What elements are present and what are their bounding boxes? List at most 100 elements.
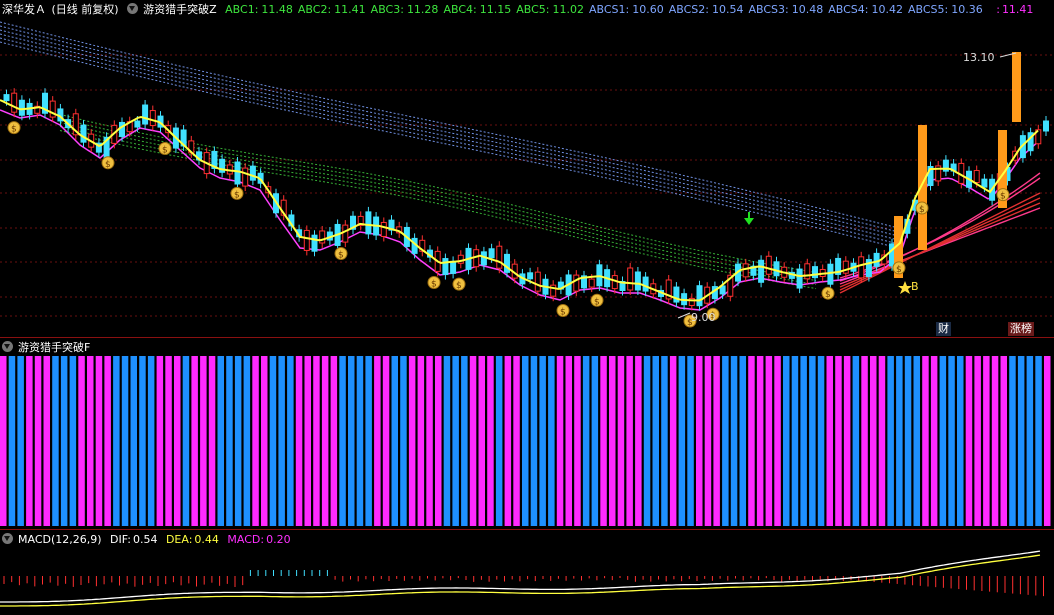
period-label[interactable]: (日线 前复权): [52, 3, 119, 16]
indicator-bar: [243, 356, 251, 526]
ma-value: 10.42: [871, 3, 903, 16]
indicator-bar: [539, 356, 546, 526]
indicator-bar: [800, 356, 807, 526]
indicator-bar: [991, 356, 999, 526]
candle: [765, 255, 772, 275]
candle: [442, 258, 449, 276]
indicator-bar: [504, 356, 512, 526]
dea-value: 0.44: [194, 533, 219, 546]
limit-up-badge[interactable]: 涨榜: [1008, 322, 1034, 336]
buy-signal-label: B: [911, 280, 919, 293]
indicator-bar: [704, 356, 712, 526]
indicator-bar: [730, 356, 738, 526]
macd-pane[interactable]: MACD(12,26,9) DIF: 0.54 DEA: 0.44 MACD: 0.2…: [0, 530, 1054, 615]
ma-label: ABC5:: [516, 3, 550, 16]
indicator-bar: [600, 356, 607, 526]
ma-value: 10.48: [791, 3, 824, 16]
candle: [488, 248, 495, 259]
money-bag-icon: $: [11, 125, 17, 135]
indicator-bar: [43, 356, 50, 526]
indicator-bar: [443, 356, 451, 526]
indicator-bar: [261, 356, 268, 526]
indicator-bar: [739, 356, 746, 526]
ma-long-line: [0, 41, 901, 249]
candle: [873, 252, 880, 267]
indicator-bar: [609, 356, 616, 526]
indicator-bar: [26, 356, 33, 526]
indicator-pane-name[interactable]: 游资猎手突破F: [18, 341, 90, 354]
indicator-pane[interactable]: 游资猎手突破F: [0, 338, 1054, 530]
indicator-bar: [165, 356, 172, 526]
indicator-bar: [626, 356, 633, 526]
indicator-bar: [304, 356, 311, 526]
indicator-bar: [252, 356, 259, 526]
indicator-bar: [1026, 356, 1034, 526]
indicator-bar: [78, 356, 85, 526]
candle: [588, 278, 595, 288]
indicator-bar: [930, 356, 938, 526]
indicator-bar: [826, 356, 833, 526]
indicator-bar: [974, 356, 981, 526]
indicator-bar: [861, 356, 868, 526]
candle: [973, 170, 980, 184]
indicator-bar: [8, 356, 16, 526]
indicator-bar: [591, 356, 599, 526]
ma-value: 10.36: [951, 3, 983, 16]
candle: [234, 161, 241, 185]
candle: [242, 167, 249, 187]
indicator-bar: [870, 356, 877, 526]
indicator-bar: [287, 356, 294, 526]
indicator-bar: [121, 356, 129, 526]
last-value: 11.41: [1001, 3, 1034, 16]
indicator-bar: [400, 356, 407, 526]
indicator-bar: [696, 356, 703, 526]
money-bag-icon: $: [594, 297, 600, 307]
indicator-bar: [835, 356, 842, 526]
ma-long-line: [0, 29, 901, 237]
candle: [534, 271, 541, 292]
collapse-toggle-icon[interactable]: [127, 3, 139, 14]
indicator-bar: [87, 356, 94, 526]
candle: [812, 266, 818, 279]
price-chart-pane[interactable]: $ $ $ $ $ $ $ $ $ $ $ $ $ $ $ 深华发Ａ (日线 前复权) 游资猎手突破Z AB…: [0, 0, 1054, 338]
candle: [319, 230, 326, 244]
indicator-bar: [452, 356, 459, 526]
candle: [365, 211, 372, 235]
collapse-toggle-icon[interactable]: [2, 341, 13, 352]
money-bag-icon: $: [105, 160, 111, 170]
candle: [858, 256, 865, 279]
indicator-bar: [904, 356, 912, 526]
ma-label: ABCS5:: [907, 3, 949, 16]
ma-label: ABCS3:: [748, 3, 789, 16]
stock-title[interactable]: 深华发Ａ: [2, 3, 46, 16]
money-bag-icon: $: [338, 251, 344, 261]
indicator-bar: [95, 356, 103, 526]
ma-label: ABC3:: [370, 3, 404, 16]
candle: [742, 263, 749, 278]
collapse-toggle-icon[interactable]: [2, 533, 13, 544]
indicator-bar: [113, 356, 120, 526]
indicator-bar: [461, 356, 468, 526]
indicator-bar: [652, 356, 659, 526]
candle: [249, 165, 256, 181]
indicator-bar: [574, 356, 581, 526]
indicator-bar: [156, 356, 164, 526]
indicator-bars: [0, 356, 1051, 526]
macd-pane-header: MACD(12,26,9) DIF: 0.54 DEA: 0.44 MACD: 0.2…: [2, 533, 296, 546]
indicator-bar: [983, 356, 990, 526]
finance-badge[interactable]: 财: [936, 322, 951, 336]
candle: [380, 221, 387, 237]
macd-name[interactable]: MACD(12,26,9): [18, 533, 102, 546]
indicator-bar: [513, 356, 520, 526]
indicator-bar: [643, 356, 651, 526]
indicator-bar: [817, 356, 825, 526]
money-bag-icon: $: [234, 190, 240, 200]
candlestick-chart[interactable]: $$$$$$ $$$$$$$$$: [0, 0, 1054, 338]
indicator-bar: [147, 356, 155, 526]
indicator-bar: [356, 356, 364, 526]
indicator-name[interactable]: 游资猎手突破Z: [143, 3, 217, 16]
indicator-bar: [530, 356, 538, 526]
indicator-bar: [687, 356, 694, 526]
indicator-bar: [0, 356, 7, 526]
indicator-bar: [104, 356, 111, 526]
